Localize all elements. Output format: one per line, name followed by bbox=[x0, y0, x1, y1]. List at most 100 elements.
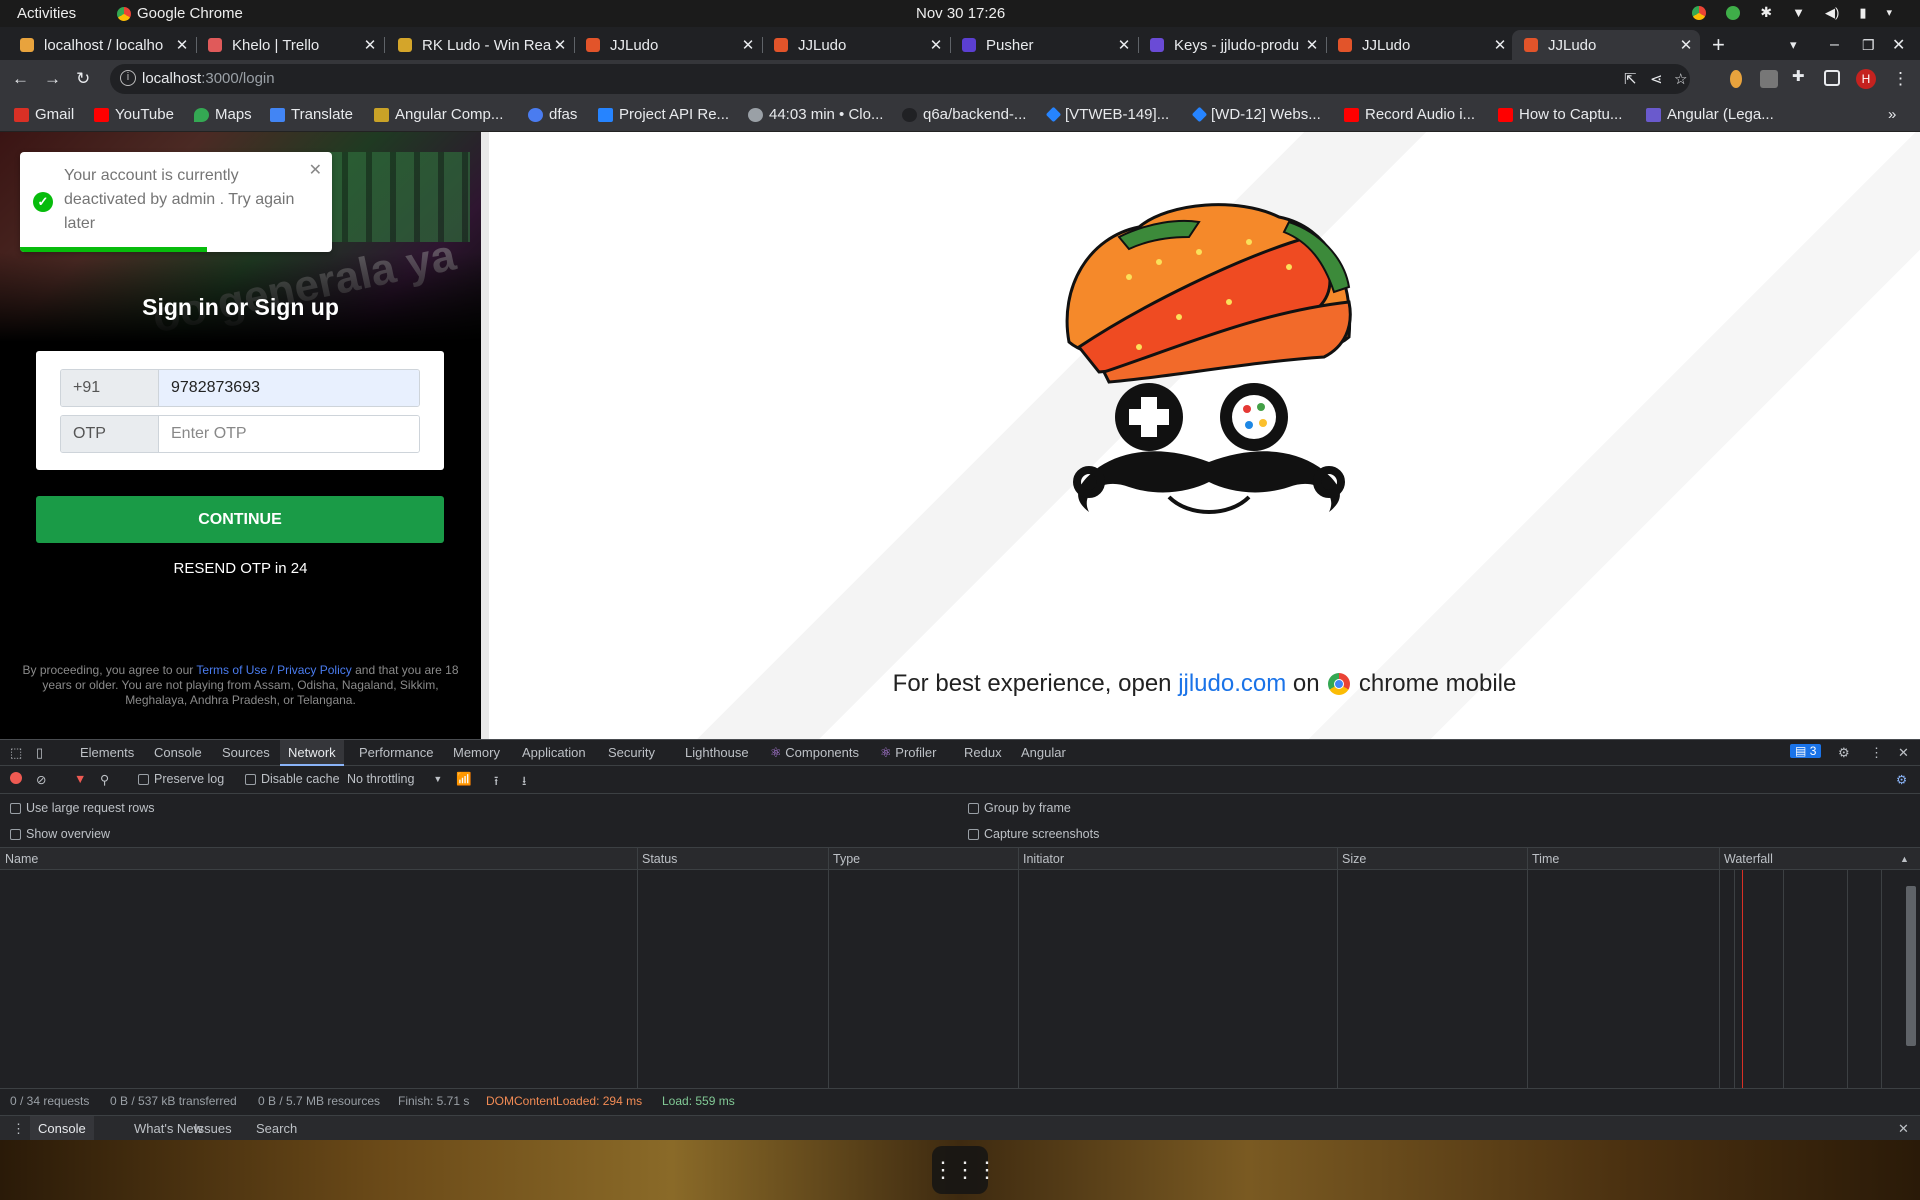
bookmark-vtweb-149[interactable]: [VTWEB-149]... bbox=[1045, 106, 1169, 123]
side-panel-icon[interactable] bbox=[1824, 70, 1840, 86]
tab-components[interactable]: ⚛ Components bbox=[770, 745, 859, 761]
continue-button[interactable]: CONTINUE bbox=[36, 496, 444, 543]
toast-notification[interactable]: ✓ Your account is currently deactivated … bbox=[20, 152, 332, 252]
tab-console[interactable]: Console bbox=[154, 745, 202, 760]
forward-icon[interactable]: → bbox=[44, 69, 61, 89]
device-toggle-icon[interactable]: ▯ bbox=[36, 745, 43, 761]
browser-tab[interactable]: Khelo | Trello ✕ bbox=[200, 30, 378, 60]
site-info-icon[interactable]: i bbox=[120, 70, 136, 86]
phone-input[interactable] bbox=[159, 370, 419, 406]
bookmark-youtube[interactable]: YouTube bbox=[94, 106, 174, 123]
drawer-menu-icon[interactable]: ⋮ bbox=[12, 1121, 25, 1137]
tab-close-icon[interactable]: ✕ bbox=[1304, 36, 1320, 54]
otp-input[interactable] bbox=[159, 416, 419, 452]
tab-lighthouse[interactable]: Lighthouse bbox=[685, 745, 749, 760]
drawer-tab-console[interactable]: Console bbox=[30, 1116, 94, 1142]
browser-tab[interactable]: JJLudo ✕ bbox=[1330, 30, 1508, 60]
browser-tab[interactable]: Pusher ✕ bbox=[954, 30, 1132, 60]
extension-drop-icon[interactable] bbox=[1730, 70, 1742, 88]
search-icon[interactable]: ⚲ bbox=[100, 772, 109, 787]
terms-link[interactable]: Terms of Use / Privacy Policy bbox=[196, 663, 351, 677]
drawer-tab-whats-new[interactable]: What's New bbox=[134, 1121, 203, 1136]
tab-close-icon[interactable]: ✕ bbox=[174, 36, 190, 54]
devtools-close-icon[interactable]: ✕ bbox=[1898, 745, 1909, 761]
tab-search-icon[interactable]: ▾ bbox=[1790, 30, 1797, 60]
window-close-icon[interactable]: ✕ bbox=[1892, 30, 1905, 60]
show-overview-checkbox[interactable]: Show overview bbox=[10, 827, 110, 841]
bookmark-how-to-capture[interactable]: How to Captu... bbox=[1498, 106, 1622, 123]
tab-performance[interactable]: Performance bbox=[359, 745, 433, 760]
tab-security[interactable]: Security bbox=[608, 745, 655, 760]
group-by-frame-checkbox[interactable]: Group by frame bbox=[968, 801, 1071, 815]
network-conditions-icon[interactable]: 📶 bbox=[456, 772, 472, 787]
battery-icon[interactable]: ▮ bbox=[1859, 5, 1866, 21]
import-har-icon[interactable]: ⭱ bbox=[494, 772, 498, 793]
open-in-app-icon[interactable]: ⇱ bbox=[1624, 70, 1637, 88]
column-size[interactable]: Size bbox=[1342, 852, 1366, 866]
tab-memory[interactable]: Memory bbox=[453, 745, 500, 760]
bookmark-wd-12[interactable]: [WD-12] Webs... bbox=[1191, 106, 1321, 123]
tab-sources[interactable]: Sources bbox=[222, 745, 270, 760]
column-status[interactable]: Status bbox=[642, 852, 677, 866]
bookmark-gmail[interactable]: Gmail bbox=[14, 106, 74, 123]
sort-arrow-icon[interactable]: ▲ bbox=[1900, 854, 1909, 864]
activities-button[interactable]: Activities bbox=[17, 5, 76, 22]
browser-tab[interactable]: RK Ludo - Win Rea ✕ bbox=[390, 30, 568, 60]
browser-tab[interactable]: Keys - jjludo-produ ✕ bbox=[1142, 30, 1320, 60]
shield-tray-icon[interactable] bbox=[1726, 5, 1741, 20]
browser-tab-active[interactable]: JJLudo ✕ bbox=[1512, 30, 1700, 60]
slack-tray-icon[interactable]: ✱ bbox=[1760, 4, 1772, 21]
bookmark-clockify[interactable]: 44:03 min • Clo... bbox=[748, 106, 883, 123]
extensions-puzzle-icon[interactable]: ✚ bbox=[1792, 67, 1810, 85]
settings-gear-icon[interactable]: ⚙ bbox=[1838, 745, 1850, 761]
bookmark-backend[interactable]: q6a/backend-... bbox=[902, 106, 1026, 123]
bookmark-translate[interactable]: Translate bbox=[270, 106, 353, 123]
tab-angular[interactable]: Angular bbox=[1021, 745, 1066, 760]
column-initiator[interactable]: Initiator bbox=[1023, 852, 1064, 866]
power-menu-icon[interactable]: ▾ bbox=[1886, 6, 1892, 19]
table-scrollbar[interactable] bbox=[1906, 886, 1916, 1046]
disable-cache-checkbox[interactable]: Disable cache bbox=[245, 772, 340, 786]
tab-close-icon[interactable]: ✕ bbox=[1492, 36, 1508, 54]
tab-close-icon[interactable]: ✕ bbox=[1116, 36, 1132, 54]
tab-redux[interactable]: Redux bbox=[964, 745, 1002, 760]
more-bookmarks-icon[interactable]: » bbox=[1888, 106, 1896, 123]
app-menu[interactable]: Google Chrome bbox=[117, 5, 243, 22]
tab-elements[interactable]: Elements bbox=[80, 745, 134, 760]
tab-close-icon[interactable]: ✕ bbox=[552, 36, 568, 54]
show-apps-grid-icon[interactable]: ⋮⋮⋮ bbox=[932, 1146, 998, 1194]
drawer-tab-issues[interactable]: Issues bbox=[194, 1121, 232, 1136]
record-icon[interactable] bbox=[10, 772, 22, 784]
network-settings-icon[interactable]: ⚙ bbox=[1896, 772, 1907, 787]
issues-badge[interactable]: ▤ 3 bbox=[1790, 744, 1822, 758]
profile-avatar[interactable]: H bbox=[1856, 69, 1876, 89]
tab-profiler[interactable]: ⚛ Profiler bbox=[880, 745, 936, 761]
export-har-icon[interactable]: ⭳ bbox=[522, 772, 526, 793]
jjludo-link[interactable]: jjludo.com bbox=[1178, 670, 1286, 697]
system-tray[interactable]: ✱ ▼ ◀) ▮ ▾ bbox=[1692, 4, 1892, 21]
new-tab-icon[interactable]: + bbox=[1712, 30, 1725, 60]
bookmark-angular-legacy[interactable]: Angular (Lega... bbox=[1646, 106, 1774, 123]
restore-icon[interactable]: ❐ bbox=[1862, 30, 1875, 60]
bookmark-record-audio[interactable]: Record Audio i... bbox=[1344, 106, 1475, 123]
toast-close-icon[interactable]: ✕ bbox=[309, 160, 322, 180]
reload-icon[interactable]: ↻ bbox=[76, 69, 90, 89]
column-type[interactable]: Type bbox=[833, 852, 860, 866]
tab-close-icon[interactable]: ✕ bbox=[928, 36, 944, 54]
address-bar[interactable]: i localhost:3000/login ⇱ ⋖ ☆ bbox=[110, 64, 1690, 94]
bookmark-star-icon[interactable]: ☆ bbox=[1674, 70, 1687, 88]
volume-icon[interactable]: ◀) bbox=[1825, 5, 1839, 21]
drawer-close-icon[interactable]: ✕ bbox=[1898, 1121, 1909, 1137]
bookmark-angular-comp[interactable]: Angular Comp... bbox=[374, 106, 503, 123]
column-name[interactable]: Name bbox=[5, 852, 38, 866]
large-rows-checkbox[interactable]: Use large request rows bbox=[10, 801, 155, 815]
tab-close-icon[interactable]: ✕ bbox=[740, 36, 756, 54]
tab-application[interactable]: Application bbox=[522, 745, 586, 760]
filter-icon[interactable]: ▼ bbox=[74, 772, 86, 786]
tab-close-icon[interactable]: ✕ bbox=[1678, 36, 1694, 54]
capture-screenshots-checkbox[interactable]: Capture screenshots bbox=[968, 827, 1099, 841]
browser-tab[interactable]: localhost / localho ✕ bbox=[12, 30, 190, 60]
column-time[interactable]: Time bbox=[1532, 852, 1559, 866]
browser-tab[interactable]: JJLudo ✕ bbox=[766, 30, 944, 60]
bookmark-maps[interactable]: Maps bbox=[194, 106, 252, 123]
